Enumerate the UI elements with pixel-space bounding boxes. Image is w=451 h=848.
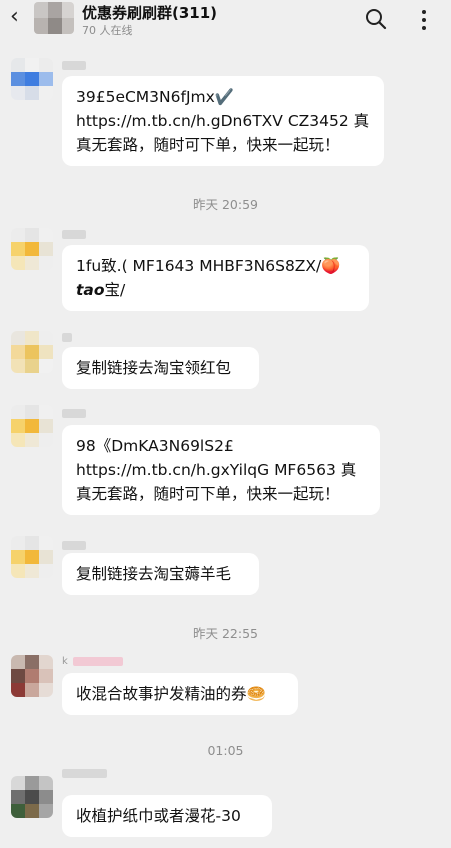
back-icon[interactable]: ‹	[10, 6, 19, 28]
avatar[interactable]	[11, 776, 53, 818]
message-bubble[interactable]: 收混合故事护发精油的券🥯	[62, 673, 298, 715]
timestamp: 01:05	[207, 743, 244, 758]
group-avatar[interactable]	[34, 2, 74, 34]
more-icon[interactable]	[412, 8, 436, 32]
sender-name	[62, 229, 86, 240]
avatar[interactable]	[11, 331, 53, 373]
message-bubble[interactable]: 39£5eCM3N6fJmx✔️ https://m.tb.cn/h.gDn6T…	[62, 76, 384, 166]
avatar[interactable]	[11, 228, 53, 270]
sender-name: k	[62, 656, 123, 667]
avatar[interactable]	[11, 405, 53, 447]
message-line: 1fu致.( MF1643 MHBF3N6S8ZX/🍑	[76, 257, 341, 275]
message-bubble[interactable]: 98《DmKA3N69lS2£ https://m.tb.cn/h.gxYilq…	[62, 425, 380, 515]
sender-name	[62, 332, 72, 343]
sender-name-text: k	[62, 656, 69, 667]
timestamp: 昨天 22:55	[193, 626, 258, 641]
sender-name	[62, 60, 86, 71]
sender-name	[62, 768, 107, 779]
chat-header: ‹ 优惠券刷刷群(311) 70 人在线	[0, 0, 451, 40]
message-bubble[interactable]: 复制链接去淘宝领红包	[62, 347, 259, 389]
avatar[interactable]	[11, 655, 53, 697]
message-text: 宝/	[104, 281, 126, 299]
search-icon[interactable]	[365, 8, 387, 30]
chat-title: 优惠券刷刷群(311)	[82, 4, 218, 22]
message-bubble[interactable]: 收植护纸巾或者漫花-30	[62, 795, 272, 837]
message-bubble[interactable]: 复制链接去淘宝薅羊毛	[62, 553, 259, 595]
message-italic: tao	[76, 281, 105, 299]
avatar[interactable]	[11, 58, 53, 100]
message-bubble[interactable]: 1fu致.( MF1643 MHBF3N6S8ZX/🍑 tao宝/	[62, 245, 369, 311]
avatar[interactable]	[11, 536, 53, 578]
online-count: 70 人在线	[82, 24, 133, 37]
timestamp: 昨天 20:59	[193, 197, 258, 212]
sender-name	[62, 408, 86, 419]
message-line: tao宝/	[76, 278, 355, 302]
sender-name	[62, 540, 86, 551]
